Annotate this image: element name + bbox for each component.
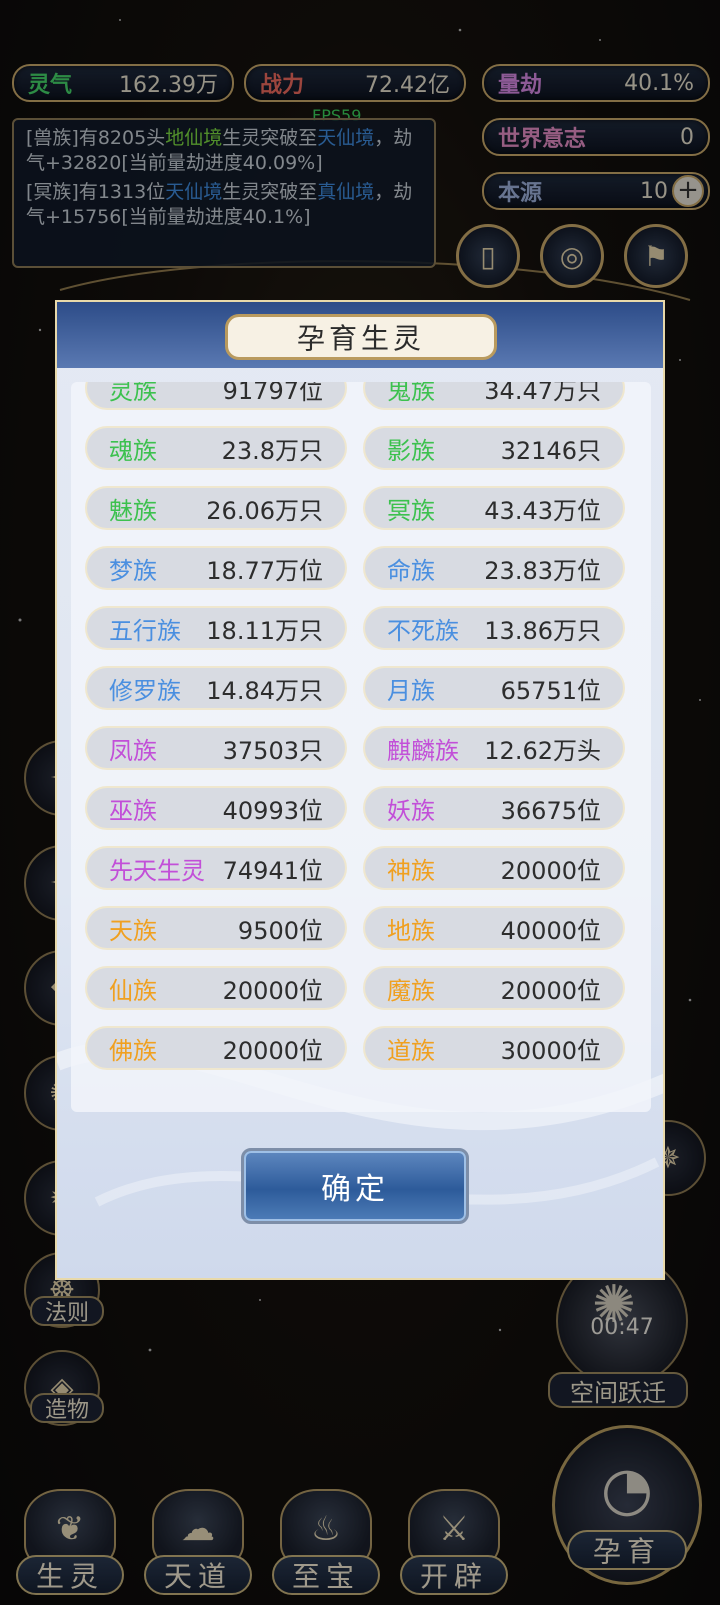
race-name: 地族 xyxy=(387,916,435,945)
race-count: 14.84万只 xyxy=(206,676,323,705)
modal-title: 孕育生灵 xyxy=(225,314,497,360)
race-name: 冥族 xyxy=(387,496,435,525)
race-cell: 凤族 37503只 xyxy=(85,726,347,770)
race-count: 20000位 xyxy=(222,1036,323,1065)
race-count: 43.43万位 xyxy=(484,496,601,525)
race-name: 灵族 xyxy=(109,382,157,405)
race-cell: 妖族 36675位 xyxy=(363,786,625,830)
race-count: 23.83万位 xyxy=(484,556,601,585)
race-name: 影族 xyxy=(387,436,435,465)
race-cell: 命族 23.83万位 xyxy=(363,546,625,590)
race-count: 65751位 xyxy=(500,676,601,705)
race-cell: 地族 40000位 xyxy=(363,906,625,950)
race-cell: 魅族 26.06万只 xyxy=(85,486,347,530)
race-cell: 巫族 40993位 xyxy=(85,786,347,830)
race-name: 道族 xyxy=(387,1036,435,1065)
race-name: 修罗族 xyxy=(109,676,181,705)
race-count: 32146只 xyxy=(500,436,601,465)
race-name: 麒麟族 xyxy=(387,736,459,765)
race-count: 37503只 xyxy=(222,736,323,765)
race-count: 74941位 xyxy=(222,856,323,885)
race-cell: 冥族 43.43万位 xyxy=(363,486,625,530)
race-name: 先天生灵 xyxy=(109,856,205,885)
race-name: 佛族 xyxy=(109,1036,157,1065)
race-cell: 影族 32146只 xyxy=(363,426,625,470)
confirm-button[interactable]: 确定 xyxy=(241,1148,469,1224)
race-name: 梦族 xyxy=(109,556,157,585)
race-count: 40993位 xyxy=(222,796,323,825)
race-count: 20000位 xyxy=(222,976,323,1005)
race-count: 23.8万只 xyxy=(221,436,323,465)
race-cell: 梦族 18.77万位 xyxy=(85,546,347,590)
race-cell: 不死族 13.86万只 xyxy=(363,606,625,650)
race-name: 魅族 xyxy=(109,496,157,525)
race-count: 34.47万只 xyxy=(484,382,601,405)
race-name: 凤族 xyxy=(109,736,157,765)
race-count: 13.86万只 xyxy=(484,616,601,645)
race-cell: 鬼族 34.47万只 xyxy=(363,382,625,410)
race-count: 18.11万只 xyxy=(206,616,323,645)
race-name: 月族 xyxy=(387,676,435,705)
race-count: 36675位 xyxy=(500,796,601,825)
race-cell: 佛族 20000位 xyxy=(85,1026,347,1070)
race-count: 9500位 xyxy=(237,916,323,945)
race-name: 不死族 xyxy=(387,616,459,645)
race-name: 五行族 xyxy=(109,616,181,645)
race-name: 天族 xyxy=(109,916,157,945)
race-name: 巫族 xyxy=(109,796,157,825)
race-cell: 仙族 20000位 xyxy=(85,966,347,1010)
race-cell: 月族 65751位 xyxy=(363,666,625,710)
race-grid: 灵族 91797位 鬼族 34.47万只魂族 23.8万只 影族 32146只魅族 26.06… xyxy=(85,382,639,1070)
race-name: 鬼族 xyxy=(387,382,435,405)
race-cell: 天族 9500位 xyxy=(85,906,347,950)
race-name: 仙族 xyxy=(109,976,157,1005)
race-name: 魔族 xyxy=(387,976,435,1005)
race-cell: 魔族 20000位 xyxy=(363,966,625,1010)
breed-modal: 孕育生灵 灵族 91797位 鬼族 34.47万只魂族 23.8万只 影族 32146只魅族… xyxy=(55,300,665,1280)
race-cell: 神族 20000位 xyxy=(363,846,625,890)
race-count: 40000位 xyxy=(500,916,601,945)
race-cell: 麒麟族 12.62万头 xyxy=(363,726,625,770)
race-cell: 灵族 91797位 xyxy=(85,382,347,410)
race-name: 神族 xyxy=(387,856,435,885)
race-count: 18.77万位 xyxy=(206,556,323,585)
race-cell: 五行族 18.11万只 xyxy=(85,606,347,650)
race-count: 91797位 xyxy=(222,382,323,405)
race-count: 26.06万只 xyxy=(206,496,323,525)
race-cell: 魂族 23.8万只 xyxy=(85,426,347,470)
race-cell: 道族 30000位 xyxy=(363,1026,625,1070)
race-count: 12.62万头 xyxy=(484,736,601,765)
race-list[interactable]: 灵族 91797位 鬼族 34.47万只魂族 23.8万只 影族 32146只魅族 26.06… xyxy=(71,382,651,1112)
race-count: 30000位 xyxy=(500,1036,601,1065)
race-cell: 先天生灵 74941位 xyxy=(85,846,347,890)
race-count: 20000位 xyxy=(500,976,601,1005)
race-name: 妖族 xyxy=(387,796,435,825)
race-count: 20000位 xyxy=(500,856,601,885)
race-name: 命族 xyxy=(387,556,435,585)
race-cell: 修罗族 14.84万只 xyxy=(85,666,347,710)
race-name: 魂族 xyxy=(109,436,157,465)
